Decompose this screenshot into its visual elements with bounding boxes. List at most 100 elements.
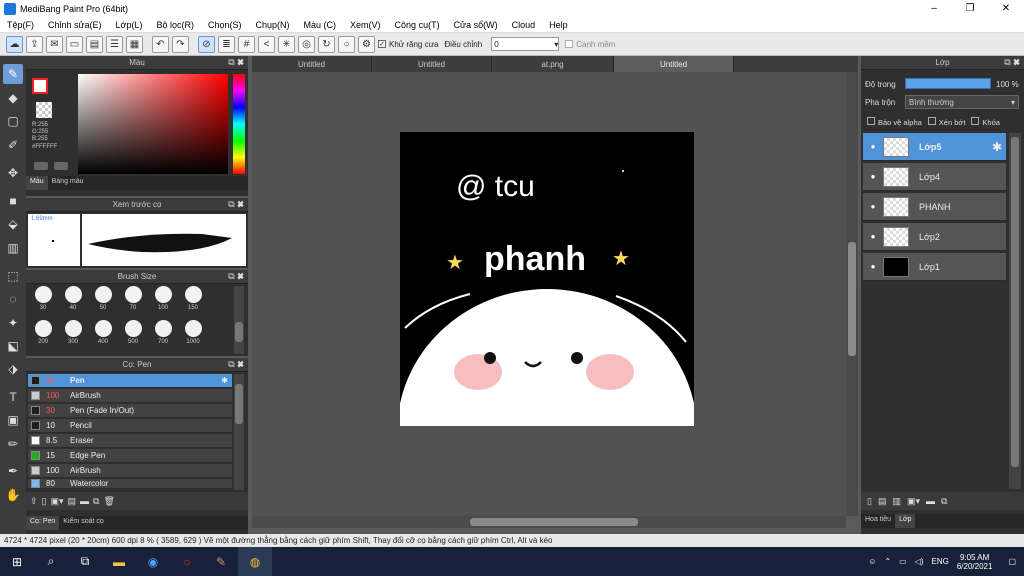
brush-item-airbrush-2[interactable]: 100 AirBrush — [28, 464, 232, 478]
snap-toggle[interactable]: Canh mềm — [565, 40, 615, 49]
network-icon[interactable]: ▭ — [899, 557, 907, 566]
gear-icon[interactable]: ✱ — [221, 376, 228, 385]
panel-buttons[interactable]: ⧉ ✖ — [228, 271, 244, 282]
brush-item-pen-fade[interactable]: 30 Pen (Fade In/Out) — [28, 404, 232, 418]
canvas-area[interactable]: @ tcu phanh ★ ★ — [252, 72, 858, 528]
menu-file[interactable]: Tệp(F) — [0, 20, 41, 30]
file-explorer-icon[interactable]: ▬ — [102, 547, 136, 576]
minimize-button[interactable]: – — [916, 0, 952, 17]
size-200[interactable]: 200 — [28, 320, 58, 350]
chevron-up-icon[interactable]: ⌃ — [884, 557, 891, 566]
eye-icon[interactable]: ● — [863, 202, 883, 211]
size-100[interactable]: 100 — [148, 286, 178, 316]
menu-view[interactable]: Xem(V) — [343, 20, 388, 30]
menu-layer[interactable]: Lớp(L) — [109, 20, 150, 30]
brush-list-scrollbar[interactable] — [234, 374, 244, 490]
hue-slider[interactable] — [233, 74, 245, 174]
opera-icon[interactable]: ○ — [170, 547, 204, 576]
trash-icon[interactable]: 🗑 — [103, 496, 114, 507]
eye-icon[interactable]: ● — [863, 232, 883, 241]
panel-buttons[interactable]: ⧉ ✖ — [1004, 57, 1020, 68]
tab-palette[interactable]: Bảng màu — [48, 176, 88, 190]
cloud-icon[interactable]: ☁ — [6, 35, 23, 53]
reset-icon[interactable] — [54, 162, 68, 170]
curve-snap-icon[interactable]: ↻ — [318, 35, 335, 53]
search-icon[interactable]: ⌕ — [34, 547, 68, 576]
opacity-slider[interactable] — [905, 78, 991, 89]
menu-cloud[interactable]: Cloud — [505, 20, 543, 30]
menu-filter[interactable]: Bộ lọc(R) — [149, 20, 201, 30]
move-tool-icon[interactable]: ✥ — [3, 163, 23, 183]
tab-color[interactable]: Màu — [26, 176, 48, 190]
magic-wand-icon[interactable]: ✦ — [3, 313, 23, 333]
brush-item-airbrush[interactable]: 100 AirBrush — [28, 389, 232, 403]
copy-icon[interactable]: ⧉ — [93, 496, 99, 507]
tab-navigator[interactable]: Hoa tiêu — [861, 514, 895, 528]
brush-size-scrollbar[interactable] — [234, 286, 244, 354]
protect-alpha-toggle[interactable]: Bảo vệ alpha — [867, 117, 922, 127]
new-brush-icon[interactable]: ▯ — [42, 496, 47, 507]
gradient-tool-icon[interactable]: ▥ — [3, 238, 23, 258]
cross-snap-icon[interactable]: # — [238, 35, 255, 53]
windows-start-icon[interactable]: ⊞ — [0, 547, 34, 576]
text-tool-icon[interactable]: T — [3, 387, 23, 407]
language-indicator[interactable]: ENG — [932, 557, 949, 566]
layer-row-4[interactable]: ● Lớp4 — [863, 163, 1006, 191]
snap-off-icon[interactable]: ⊘ — [198, 35, 215, 53]
size-50[interactable]: 50 — [88, 286, 118, 316]
tab-untitled-2[interactable]: Untitled — [372, 56, 492, 72]
brush-item-watercolor[interactable]: 80 Watercolor — [28, 479, 232, 489]
grid-icon[interactable]: ▦ — [126, 35, 143, 53]
size-500[interactable]: 500 — [118, 320, 148, 350]
menu-select[interactable]: Chọn(S) — [201, 20, 249, 30]
menu-edit[interactable]: Chỉnh sửa(E) — [41, 20, 109, 30]
undo-icon[interactable]: ↶ — [152, 35, 169, 53]
settings-icon[interactable]: ⚙ — [358, 35, 375, 53]
rectangle-tool-icon[interactable]: ▢ — [3, 111, 23, 131]
panel-buttons[interactable]: ⧉ ✖ — [228, 57, 244, 68]
chrome-icon[interactable]: ◍ — [238, 547, 272, 576]
fill-rect-tool-icon[interactable]: ■ — [3, 191, 23, 211]
paint-app-icon[interactable]: ✎ — [204, 547, 238, 576]
size-400[interactable]: 400 — [88, 320, 118, 350]
size-150[interactable]: 150 — [178, 286, 208, 316]
concentric-snap-icon[interactable]: ◎ — [298, 35, 315, 53]
menu-snap[interactable]: Chụp(N) — [249, 20, 297, 30]
redo-icon[interactable]: ↷ — [172, 35, 189, 53]
task-view-icon[interactable]: ⧉ — [68, 547, 102, 576]
background-color-swatch[interactable] — [36, 102, 52, 118]
size-700[interactable]: 700 — [148, 320, 178, 350]
brush-menu-icon[interactable]: ▣▾ — [51, 496, 64, 507]
chat-icon[interactable]: ▭ — [66, 35, 83, 53]
menu-color[interactable]: Màu (C) — [297, 20, 344, 30]
vanishing-point-icon[interactable]: < — [258, 35, 275, 53]
tab-brush-pen[interactable]: Cọ: Pen — [26, 516, 60, 530]
layer-row-2[interactable]: ● Lớp2 — [863, 223, 1006, 251]
share-icon[interactable]: ⇪ — [26, 35, 43, 53]
eyedropper-icon[interactable]: ✒ — [3, 461, 23, 481]
tab-at-png[interactable]: at.png — [492, 56, 614, 72]
menu-help[interactable]: Help — [542, 20, 575, 30]
select-tool-icon[interactable]: ⬚ — [3, 266, 23, 286]
gear-icon[interactable]: ✱ — [992, 140, 1002, 154]
clipping-toggle[interactable]: Xén bớt — [927, 117, 965, 127]
layer-row-1[interactable]: ● Lớp1 — [863, 253, 1006, 281]
new-halftone-layer-icon[interactable]: ▥ — [892, 496, 901, 507]
canvas-vscrollbar[interactable] — [846, 72, 858, 516]
duplicate-brush-icon[interactable]: ▤ — [68, 496, 77, 507]
antialias-toggle[interactable]: ✓ Khử răng cưa — [378, 40, 438, 49]
antialias-checkbox[interactable]: ✓ — [378, 40, 386, 48]
maximize-button[interactable]: ❐ — [952, 0, 988, 17]
new-layer-8bit-icon[interactable]: ▤ — [878, 496, 887, 507]
snap-checkbox[interactable] — [565, 40, 574, 48]
lock-toggle[interactable]: Khóa — [971, 117, 1000, 127]
adjust-select[interactable]: 0 ▾ — [491, 37, 560, 51]
close-button[interactable]: ✕ — [988, 0, 1024, 17]
tab-untitled-3[interactable]: Untitled — [614, 56, 734, 72]
blend-select[interactable]: Bình thường ▾ — [905, 95, 1019, 109]
page-icon[interactable]: ▤ — [86, 35, 103, 53]
folder-icon[interactable]: ▬ — [80, 496, 89, 506]
size-300[interactable]: 300 — [58, 320, 88, 350]
eye-icon[interactable]: ● — [863, 142, 883, 151]
lasso-tool-icon[interactable]: ◌ — [3, 289, 23, 309]
